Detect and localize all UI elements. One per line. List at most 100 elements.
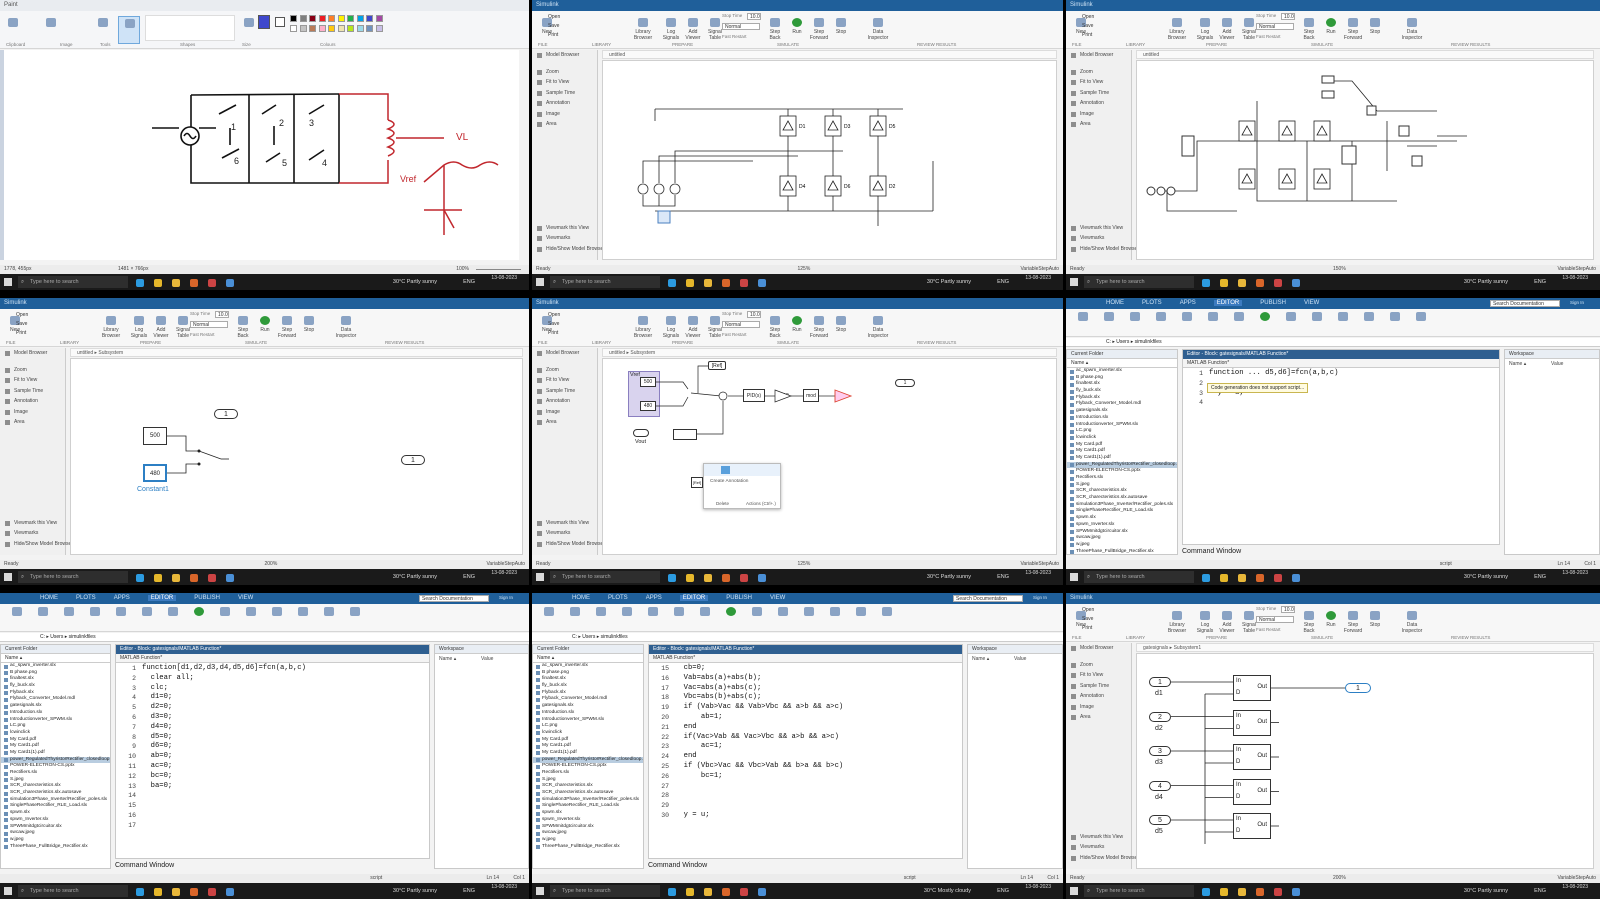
editor-ribbon-button[interactable] bbox=[1202, 310, 1224, 338]
palette-item[interactable]: Fit to View bbox=[532, 375, 597, 386]
size-button[interactable] bbox=[238, 16, 260, 44]
taskbar-search[interactable]: Type here to search bbox=[18, 276, 128, 288]
taskbar-app-icon[interactable] bbox=[154, 888, 162, 896]
ribbon-button[interactable]: Signal Table bbox=[172, 314, 194, 342]
taskbar-app-icon[interactable] bbox=[190, 574, 198, 582]
taskbar-app-icon[interactable] bbox=[668, 574, 676, 582]
inport-3[interactable]: 3 bbox=[1149, 746, 1171, 756]
path-bar[interactable]: C: ▸ Users ▸ simulinkfiles bbox=[0, 633, 529, 642]
matlab-tab[interactable]: HOME bbox=[40, 595, 58, 601]
taskbar-app-icon[interactable] bbox=[1256, 888, 1264, 896]
gate-subsystem-block[interactable]: In D Out bbox=[1233, 744, 1271, 770]
solver-select[interactable]: Normal bbox=[190, 321, 228, 328]
palette-item[interactable]: Area bbox=[1066, 712, 1131, 723]
palette-swatch[interactable] bbox=[337, 15, 345, 22]
solver-select[interactable]: Normal bbox=[1256, 23, 1294, 30]
editor-ribbon-button[interactable] bbox=[32, 605, 54, 633]
file-item[interactable]: POWER-ELECTRON-CS.pptx bbox=[1, 763, 110, 770]
palette-item[interactable]: Annotation bbox=[532, 98, 597, 109]
file-item[interactable]: lcwinclick bbox=[533, 730, 643, 737]
brush-tool[interactable] bbox=[118, 16, 140, 44]
paint-canvas[interactable]: 1 2 3 4 5 6 VL Vref bbox=[4, 50, 519, 260]
diode-block[interactable]: D2 bbox=[869, 175, 896, 197]
language[interactable]: ENG bbox=[1534, 274, 1546, 290]
taskbar-app-icon[interactable] bbox=[1256, 279, 1264, 287]
matlab-tab[interactable]: EDITOR bbox=[1213, 300, 1243, 306]
editor-ribbon-button[interactable] bbox=[1358, 310, 1380, 338]
code-line[interactable] bbox=[142, 821, 429, 831]
code-line[interactable] bbox=[142, 811, 429, 821]
matlab-tab[interactable]: HOME bbox=[572, 595, 590, 601]
ribbon-button[interactable]: Run bbox=[786, 16, 808, 44]
palette-swatch[interactable] bbox=[328, 15, 335, 22]
file-item[interactable]: My Card1(1).pdf bbox=[533, 750, 643, 757]
code-line[interactable]: ab=1; bbox=[675, 713, 962, 723]
start-icon[interactable] bbox=[4, 573, 12, 581]
code-line[interactable]: end bbox=[675, 723, 962, 733]
palette-swatch[interactable] bbox=[318, 25, 326, 32]
file-menu-item[interactable]: Open bbox=[1080, 14, 1104, 21]
taskbar-search[interactable]: Type here to search bbox=[550, 571, 660, 583]
palette-item[interactable]: Annotation bbox=[0, 396, 65, 407]
diode-block[interactable] bbox=[1238, 120, 1256, 142]
diode-block[interactable] bbox=[1313, 120, 1331, 142]
palette-swatch[interactable] bbox=[375, 15, 383, 22]
palette-item[interactable]: Fit to View bbox=[1066, 77, 1131, 88]
palette-swatch[interactable] bbox=[347, 15, 354, 22]
palette-swatch[interactable] bbox=[366, 15, 373, 22]
clock[interactable]: 13-08-2023 bbox=[491, 884, 517, 891]
weather[interactable]: 30°C Partly sunny bbox=[393, 883, 437, 899]
code-area[interactable]: 1234function ... d5,d6]=fcn(a,b,c) y = u… bbox=[1183, 369, 1499, 544]
taskbar-app-icon[interactable] bbox=[1256, 574, 1264, 582]
taskbar-app-icon[interactable] bbox=[668, 888, 676, 896]
code-line[interactable]: d4=0; bbox=[142, 723, 429, 733]
language[interactable]: ENG bbox=[997, 883, 1009, 899]
name-column[interactable]: Name ▴ bbox=[1, 654, 110, 663]
solver-select[interactable]: Normal bbox=[722, 321, 760, 328]
start-icon[interactable] bbox=[536, 573, 544, 581]
start-icon[interactable] bbox=[1070, 278, 1078, 286]
palette-item[interactable]: Annotation bbox=[532, 396, 597, 407]
palette-swatch[interactable] bbox=[347, 25, 354, 32]
code-line[interactable]: bc=0; bbox=[142, 772, 429, 782]
search-documentation[interactable]: Search Documentation bbox=[1490, 300, 1560, 307]
fast-restart[interactable]: Fast Restart bbox=[190, 332, 215, 337]
fast-restart[interactable]: Fast Restart bbox=[1256, 34, 1281, 39]
model-canvas[interactable]: 1 d1 In D Out 2 d2 In D Out 3 d3 In D Out 4 d4 In D Out 5 d5 I… bbox=[1136, 653, 1594, 869]
editor-ribbon-button[interactable] bbox=[1124, 310, 1146, 338]
code-line[interactable]: d2=0; bbox=[142, 703, 429, 713]
palette-item[interactable]: Sample Time bbox=[0, 386, 65, 397]
editor-ribbon-button[interactable] bbox=[58, 605, 80, 633]
taskbar-app-icon[interactable] bbox=[1238, 279, 1246, 287]
editor-ribbon-button[interactable] bbox=[1384, 310, 1406, 338]
palette-bottom-item[interactable]: Viewmarks bbox=[1066, 842, 1131, 853]
taskbar-app-icon[interactable] bbox=[1274, 888, 1282, 896]
file-item[interactable]: My Card1.pdf bbox=[1, 743, 110, 750]
breadcrumb[interactable]: gatesignals ▸ Subsystem1 bbox=[1136, 643, 1594, 652]
file-item[interactable]: My Card1(1).pdf bbox=[1, 750, 110, 757]
file-item[interactable]: fly_buck.slx bbox=[1067, 388, 1177, 395]
ws-name-col[interactable]: Name ▴ bbox=[972, 656, 1014, 662]
clock[interactable]: 13-08-2023 bbox=[1562, 884, 1588, 891]
diode-block[interactable]: D4 bbox=[779, 175, 806, 197]
palette-bottom-item[interactable]: Viewmark this View bbox=[1066, 832, 1131, 843]
editor-ribbon-button[interactable] bbox=[1072, 310, 1094, 338]
palette-swatch[interactable] bbox=[375, 25, 383, 32]
code-line[interactable]: if (Vbc>Vac && Vbc>Vab && b>a && b>c) bbox=[675, 762, 962, 772]
editor-ribbon-button[interactable] bbox=[772, 605, 794, 633]
language[interactable]: ENG bbox=[997, 274, 1009, 290]
file-item[interactable]: spwm_Inverter.slx bbox=[1067, 522, 1177, 529]
code-line[interactable]: if (Vab>Vac && Vab>Vbc && a>b && a>c) bbox=[675, 703, 962, 713]
file-item[interactable]: spwm.slx bbox=[1067, 515, 1177, 522]
editor-ribbon-button[interactable] bbox=[1332, 310, 1354, 338]
palette-item[interactable]: Image bbox=[0, 407, 65, 418]
ribbon-button[interactable]: Data Inspector bbox=[335, 314, 357, 342]
stop-time-field[interactable]: 10.0 bbox=[747, 311, 761, 318]
paint-icon[interactable] bbox=[208, 279, 216, 287]
file-item[interactable]: gatesignals.slx bbox=[1067, 408, 1177, 415]
taskbar-app-icon[interactable] bbox=[722, 888, 730, 896]
palette-item[interactable]: Zoom bbox=[532, 67, 597, 78]
editor-ribbon-button[interactable] bbox=[564, 605, 586, 633]
matlab-tab[interactable]: VIEW bbox=[770, 595, 785, 601]
code-line[interactable]: ba=0; bbox=[142, 782, 429, 792]
